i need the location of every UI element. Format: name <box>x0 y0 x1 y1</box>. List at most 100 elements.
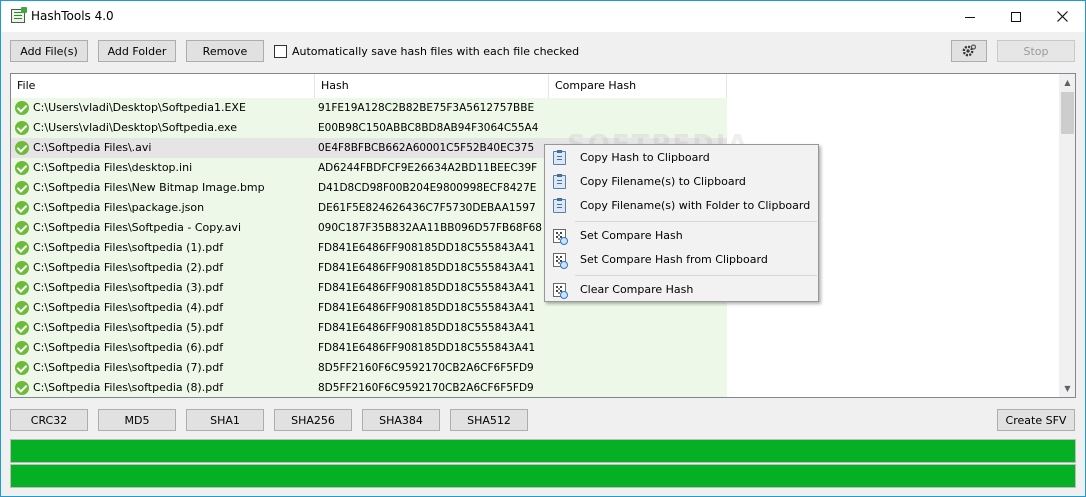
file-path: C:\Softpedia Files\New Bitmap Image.bmp <box>33 181 265 194</box>
table-row[interactable]: C:\Softpedia Files\softpedia (3).pdf FD84… <box>11 278 1059 298</box>
close-button[interactable] <box>1039 1 1085 32</box>
table-row[interactable]: C:\Softpedia Files\package.json DE61F5E82… <box>11 198 1059 218</box>
menu-item-copy-filenames-with-folder[interactable]: Copy Filename(s) with Folder to Clipboar… <box>547 195 816 217</box>
menu-item-label: Set Compare Hash from Clipboard <box>580 253 768 266</box>
hash-cell: AD6244FBDFCF9E26634A2BD11BEEC39F <box>315 158 549 178</box>
check-circle-icon <box>15 261 29 275</box>
check-circle-icon <box>15 281 29 295</box>
menu-item-set-compare-hash[interactable]: Set Compare Hash <box>547 225 816 247</box>
menu-item-label: Copy Hash to Clipboard <box>580 151 710 164</box>
compare-hash-cell <box>549 338 727 358</box>
file-path-cell: C:\Softpedia Files\package.json <box>11 198 315 218</box>
file-path-cell: C:\Softpedia Files\softpedia (3).pdf <box>11 278 315 298</box>
gear-icon <box>962 44 977 57</box>
column-header-compare-hash[interactable]: Compare Hash <box>549 74 727 98</box>
table-row[interactable]: C:\Users\vladi\Desktop\Softpedia1.EXE 91F… <box>11 98 1059 118</box>
window-title: HashTools 4.0 <box>31 9 114 23</box>
menu-item-set-compare-hash-from-clipboard[interactable]: Set Compare Hash from Clipboard <box>547 249 816 271</box>
menu-item-label: Clear Compare Hash <box>580 283 694 296</box>
chevron-down-icon: ▼ <box>1064 384 1071 393</box>
hash-cell: FD841E6486FF908185DD18C555843A41 <box>315 338 549 358</box>
table-row[interactable]: C:\Users\vladi\Desktop\Softpedia.exe E00B… <box>11 118 1059 138</box>
table-row[interactable]: C:\Softpedia Files\New Bitmap Image.bmp D… <box>11 178 1059 198</box>
context-menu: Copy Hash to Clipboard Copy Filename(s) … <box>544 144 819 302</box>
file-path-cell: C:\Softpedia Files\softpedia (8).pdf <box>11 378 315 397</box>
title-bar[interactable]: HashTools 4.0 <box>1 1 1085 32</box>
menu-item-copy-hash[interactable]: Copy Hash to Clipboard <box>547 147 816 169</box>
vertical-scrollbar[interactable]: ▲ ▼ <box>1059 74 1075 397</box>
sha1-button[interactable]: SHA1 <box>186 409 264 431</box>
hash-cell: DE61F5E824626436C7F5730DEBAA1597 <box>315 198 549 218</box>
menu-item-clear-compare-hash[interactable]: Clear Compare Hash <box>547 279 816 301</box>
scrollbar-thumb[interactable] <box>1061 92 1074 134</box>
chevron-up-icon: ▲ <box>1064 78 1071 87</box>
menu-item-copy-filenames[interactable]: Copy Filename(s) to Clipboard <box>547 171 816 193</box>
sha512-button[interactable]: SHA512 <box>450 409 528 431</box>
check-circle-icon <box>15 241 29 255</box>
minimize-icon <box>965 17 975 18</box>
file-path: C:\Softpedia Files\softpedia (3).pdf <box>33 281 224 294</box>
table-row[interactable]: C:\Softpedia Files\Softpedia - Copy.avi 0… <box>11 218 1059 238</box>
table-row[interactable]: C:\Softpedia Files\softpedia (8).pdf 8D5F… <box>11 378 1059 397</box>
table-row[interactable]: C:\Softpedia Files\softpedia (6).pdf FD84… <box>11 338 1059 358</box>
file-path-cell: C:\Softpedia Files\desktop.ini <box>11 158 315 178</box>
md5-button[interactable]: MD5 <box>98 409 176 431</box>
table-row[interactable]: C:\Softpedia Files\softpedia (2).pdf FD84… <box>11 258 1059 278</box>
file-path-cell: C:\Softpedia Files\New Bitmap Image.bmp <box>11 178 315 198</box>
check-circle-icon <box>15 121 29 135</box>
check-circle-icon <box>15 141 29 155</box>
add-folder-button[interactable]: Add Folder <box>98 40 176 62</box>
check-circle-icon <box>15 201 29 215</box>
remove-button[interactable]: Remove <box>186 40 264 62</box>
table-row[interactable]: C:\Softpedia Files\softpedia (7).pdf 8D5F… <box>11 358 1059 378</box>
hash-compare-icon <box>553 229 568 245</box>
scroll-down-button[interactable]: ▼ <box>1059 380 1075 397</box>
table-row[interactable]: C:\Softpedia Files\.avi 0E4F8BFBCB662A600… <box>11 138 1059 158</box>
check-circle-icon <box>15 181 29 195</box>
menu-separator <box>575 221 817 222</box>
file-path-cell: C:\Softpedia Files\softpedia (4).pdf <box>11 298 315 318</box>
file-path: C:\Softpedia Files\softpedia (8).pdf <box>33 381 224 394</box>
add-files-button[interactable]: Add File(s) <box>10 40 88 62</box>
hash-cell: D41D8CD98F00B204E9800998ECF8427E <box>315 178 549 198</box>
create-sfv-button[interactable]: Create SFV <box>997 409 1075 431</box>
check-circle-icon <box>15 361 29 375</box>
sha256-button[interactable]: SHA256 <box>274 409 352 431</box>
file-hash-list[interactable]: File Hash Compare Hash C:\Users\vladi\De… <box>10 73 1076 398</box>
app-icon <box>11 7 27 23</box>
hash-cell: FD841E6486FF908185DD18C555843A41 <box>315 278 549 298</box>
menu-item-label: Copy Filename(s) with Folder to Clipboar… <box>580 199 811 212</box>
table-row[interactable]: C:\Softpedia Files\softpedia (5).pdf FD84… <box>11 318 1059 338</box>
check-circle-icon <box>15 341 29 355</box>
table-row[interactable]: C:\Softpedia Files\desktop.ini AD6244FBDF… <box>11 158 1059 178</box>
stop-button[interactable]: Stop <box>997 40 1075 62</box>
hash-cell: 0E4F8BFBCB662A60001C5F52B40EC375 <box>315 138 549 158</box>
menu-separator <box>575 275 817 276</box>
column-header-hash[interactable]: Hash <box>315 74 549 98</box>
table-row[interactable]: C:\Softpedia Files\softpedia (1).pdf FD84… <box>11 238 1059 258</box>
table-row[interactable]: C:\Softpedia Files\softpedia (4).pdf FD84… <box>11 298 1059 318</box>
file-path: C:\Softpedia Files\.avi <box>33 141 152 154</box>
column-header-file[interactable]: File <box>11 74 315 98</box>
hash-cell: FD841E6486FF908185DD18C555843A41 <box>315 238 549 258</box>
hash-cell: E00B98C150ABBC8BD8AB94F3064C55A4 <box>315 118 549 138</box>
clipboard-icon <box>553 198 566 213</box>
file-path-cell: C:\Softpedia Files\softpedia (5).pdf <box>11 318 315 338</box>
crc32-button[interactable]: CRC32 <box>10 409 88 431</box>
maximize-button[interactable] <box>993 1 1039 32</box>
close-icon <box>1056 11 1068 22</box>
hash-cell: 8D5FF2160F6C9592170CB2A6CF6F5FD9 <box>315 378 549 397</box>
hash-compare-icon <box>553 283 568 299</box>
file-path: C:\Softpedia Files\desktop.ini <box>33 161 193 174</box>
file-path: C:\Softpedia Files\Softpedia - Copy.avi <box>33 221 242 234</box>
minimize-button[interactable] <box>947 1 993 32</box>
hash-cell: 8D5FF2160F6C9592170CB2A6CF6F5FD9 <box>315 358 549 378</box>
compare-hash-cell <box>549 318 727 338</box>
sha384-button[interactable]: SHA384 <box>362 409 440 431</box>
auto-save-checkbox[interactable] <box>274 45 287 58</box>
file-path-cell: C:\Users\vladi\Desktop\Softpedia.exe <box>11 118 315 138</box>
hash-cell: 090C187F35B832AA11BB096D57FB68F68 <box>315 218 549 238</box>
scroll-up-button[interactable]: ▲ <box>1059 74 1075 91</box>
settings-button[interactable] <box>951 40 987 62</box>
auto-save-label: Automatically save hash files with each … <box>292 45 580 58</box>
